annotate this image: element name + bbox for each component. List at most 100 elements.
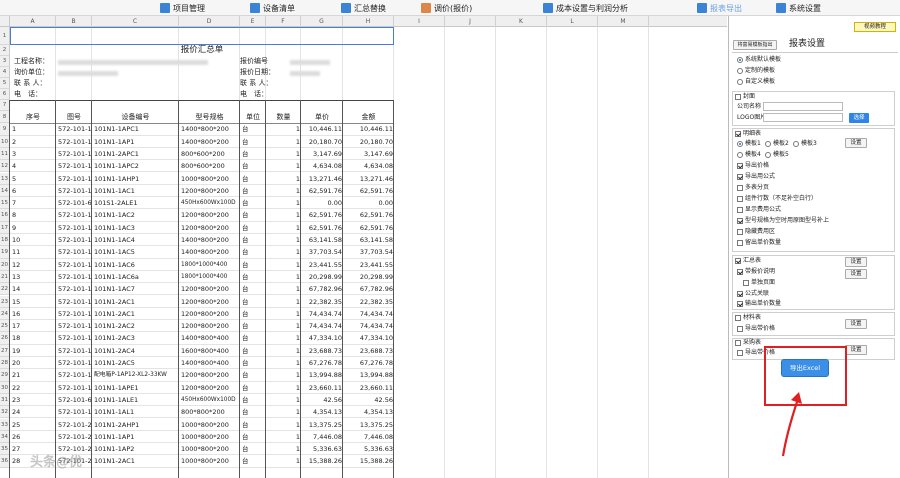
detail-template-4[interactable]: 模板4	[737, 151, 761, 159]
single-page-row[interactable]: 单独页面	[743, 279, 775, 287]
radio-button[interactable]	[765, 140, 771, 147]
with-note-row[interactable]: 带报价说明	[737, 268, 775, 276]
row-header-6[interactable]: 6	[0, 89, 10, 100]
checkbox[interactable]	[737, 206, 743, 213]
checkbox[interactable]	[737, 162, 743, 169]
table-row[interactable]: 23 572-101-6 101N1-1ALE1 450Hx600Wx100D 台 1 42…	[10, 394, 394, 407]
radio-button[interactable]	[793, 140, 799, 147]
table-row[interactable]: 24 572-101-13101N1-1AL1 800*800*200 台 1 4,354…	[10, 406, 394, 419]
company-name-input[interactable]	[763, 102, 843, 111]
column-header-m[interactable]: M	[598, 16, 649, 27]
radio-button[interactable]	[737, 140, 743, 147]
table-row[interactable]: 6 572-101-14101N1-1AC1 1200*800*200 台 1 62,59…	[10, 185, 394, 198]
radio-button[interactable]	[737, 151, 743, 158]
detail-option-4[interactable]: 组件行数（不足补空白行）	[737, 195, 817, 203]
table-row[interactable]: 10 572-101-14101N1-1AC4 1400*800*200 台 1 63,1…	[10, 234, 394, 247]
table-row[interactable]: 16 572-101-16101N1-2AC1 1200*800*200 台 1 74,4…	[10, 308, 394, 321]
cover-checkbox-row[interactable]: 封面	[735, 93, 755, 101]
column-header-f[interactable]: F	[266, 16, 301, 27]
detail-option-3[interactable]: 多表分页	[737, 184, 769, 192]
detail-template-1[interactable]: 模板1	[737, 140, 761, 148]
table-row[interactable]: 22 572-101-13101N1-1APE1 1200*800*200 台 1 23,…	[10, 382, 394, 394]
column-header-e[interactable]: E	[240, 16, 266, 27]
toolbar-replace-button[interactable]: 汇总替换	[341, 2, 386, 14]
detail-option-8[interactable]: 留出单价数量	[737, 239, 781, 247]
row-header-4[interactable]: 4	[0, 67, 10, 78]
checkbox[interactable]	[737, 349, 743, 356]
checkbox[interactable]	[737, 268, 743, 275]
checkbox[interactable]	[735, 93, 741, 100]
table-row[interactable]: 4 572-101-13101N1-1APC2 800*600*200 台 1 4,634…	[10, 160, 394, 173]
radio-button[interactable]	[737, 56, 743, 63]
table-row[interactable]: 14 572-101-15101N1-1AC7 1200*800*200 台 1 67,7…	[10, 283, 394, 296]
table-row[interactable]: 18 572-101-17101N1-2AC3 1400*800*400 台 1 47,3…	[10, 332, 394, 345]
column-header-h[interactable]: H	[343, 16, 394, 27]
checkbox[interactable]	[737, 290, 743, 297]
checkbox[interactable]	[737, 173, 743, 180]
checkbox[interactable]	[737, 228, 743, 235]
detail-template-5[interactable]: 模板5	[765, 151, 789, 159]
checkbox[interactable]	[737, 217, 743, 224]
radio-button[interactable]	[765, 151, 771, 158]
column-header-g[interactable]: G	[301, 16, 343, 27]
checkbox[interactable]	[735, 130, 741, 137]
detail-option-1[interactable]: 导出价格	[737, 162, 769, 170]
summary-checkbox-row[interactable]: 汇总表	[735, 257, 761, 265]
detail-checkbox-row[interactable]: 明细表	[735, 130, 761, 138]
table-row[interactable]: 21 572-101-18配电箱P-1AP12-XL2-33KW 1200*800*…	[10, 369, 394, 382]
detail-option-7[interactable]: 隐藏费用区	[737, 228, 775, 236]
table-row[interactable]: 19 572-101-17101N1-2AC4 1600*800*400 台 1 23,6…	[10, 345, 394, 357]
detail-template-3[interactable]: 模板3	[793, 140, 817, 148]
column-header-a[interactable]: A	[10, 16, 56, 27]
table-row[interactable]: 2 572-101-13101N1-1AP1 1400*800*200 台 1 20,18…	[10, 136, 394, 148]
table-row[interactable]: 26 572-101-25101N1-1AP1 1000*800*200 台 1 7,44…	[10, 431, 394, 444]
toolbar-export-button[interactable]: 报表导出	[697, 2, 742, 14]
table-row[interactable]: 9 572-101-14101N1-1AC3 1200*800*200 台 1 62,59…	[10, 222, 394, 234]
detail-option-2[interactable]: 导出用公式	[737, 173, 775, 181]
checkbox[interactable]	[737, 325, 743, 332]
toolbar-edit-button[interactable]: 调价(报价)	[421, 2, 472, 14]
checkbox[interactable]	[735, 257, 741, 264]
toolbar-list-button[interactable]: 设备清单	[250, 2, 295, 14]
detail-settings-button[interactable]: 设置	[845, 138, 867, 148]
column-header-d[interactable]: D	[179, 16, 240, 27]
material-settings-button[interactable]: 设置	[845, 319, 867, 329]
row-header-2[interactable]: 2	[0, 45, 10, 56]
choose-logo-button[interactable]: 选择	[849, 113, 869, 123]
purchase-settings-button[interactable]: 设置	[845, 345, 867, 355]
output-price-row[interactable]: 输出单价数量	[737, 300, 781, 308]
template-option-3[interactable]: 自定义模板	[737, 78, 775, 86]
note-settings-button[interactable]: 设置	[845, 269, 867, 279]
table-row[interactable]: 3 572-101-13101N1-2APC1 800*600*200 台 1 3,147…	[10, 148, 394, 161]
summary-settings-button[interactable]: 设置	[845, 257, 867, 267]
checkbox[interactable]	[737, 195, 743, 202]
radio-button[interactable]	[737, 78, 743, 85]
logo-input[interactable]	[763, 113, 843, 122]
column-header-k[interactable]: K	[496, 16, 547, 27]
checkbox[interactable]	[737, 300, 743, 307]
table-row[interactable]: 8 572-101-14101N1-1AC2 1200*800*200 台 1 62,59…	[10, 209, 394, 222]
table-row[interactable]: 15 572-101-16101N1-2AC1 1200*800*200 台 1 22,3…	[10, 296, 394, 308]
material-checkbox-row[interactable]: 材料表	[735, 314, 761, 322]
toolbar-project-button[interactable]: 项目管理	[160, 2, 205, 14]
table-row[interactable]: 25 572-101-24101N1-2AHP1 1000*800*200 台 1 13,…	[10, 419, 394, 431]
row-header-5[interactable]: 5	[0, 78, 10, 89]
export-simple-template-button[interactable]: 将富易模板指出	[733, 40, 777, 50]
detail-template-2[interactable]: 模板2	[765, 140, 789, 148]
checkbox[interactable]	[735, 314, 741, 321]
template-option-1[interactable]: 系统默认模板	[737, 56, 781, 64]
table-row[interactable]: 13 572-101-15101N1-1AC6a 1800*1000*400 台 1 20…	[10, 271, 394, 284]
column-header-i[interactable]: I	[394, 16, 445, 27]
toolbar-settings-button[interactable]: 系统设置	[776, 2, 821, 14]
table-row[interactable]: 1 572-101-12101N1-1APC1 1400*800*200 台 1 10,4…	[10, 123, 394, 136]
checkbox[interactable]	[743, 279, 749, 286]
detail-option-6[interactable]: 型号规格为空时用原图型号补上	[737, 217, 829, 225]
row-header-3[interactable]: 3	[0, 56, 10, 67]
radio-button[interactable]	[737, 67, 743, 74]
table-row[interactable]: 7 572-101-6 101S1-2ALE1 450Hx600Wx100D 台 1 0.0…	[10, 197, 394, 210]
checkbox[interactable]	[737, 239, 743, 246]
spreadsheet-grid[interactable]: 1 2 3 4 5 6 7 8 9 10 11 12 13 14 15 16 17 18 19 20 21 22 23 24 2…	[0, 27, 727, 478]
formula-link-row[interactable]: 公式关联	[737, 290, 769, 298]
checkbox[interactable]	[735, 339, 741, 346]
video-help-button[interactable]: 视频教程	[854, 22, 896, 32]
